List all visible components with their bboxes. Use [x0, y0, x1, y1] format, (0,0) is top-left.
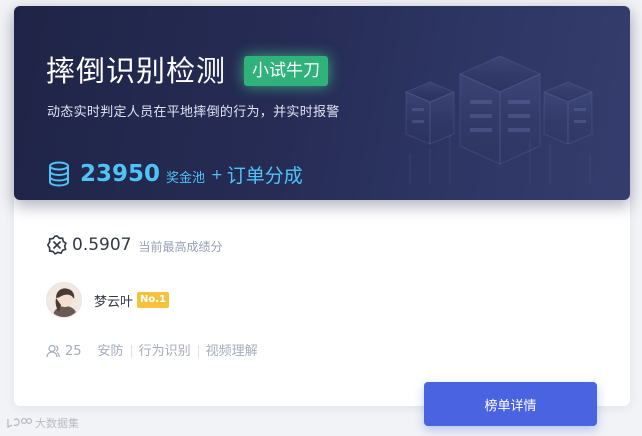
best-score-value: 0.5907 — [72, 235, 132, 255]
tag-item[interactable]: 视频理解 — [197, 344, 265, 358]
leaderboard-details-button[interactable]: 榜单详情 — [424, 382, 597, 426]
brand-logo-icon — [7, 417, 32, 429]
prize-pool: 23950 奖金池 + 订单分成 — [47, 158, 303, 190]
competition-description: 动态实时判定人员在平地摔倒的行为，并实时报警 — [47, 105, 340, 120]
people-icon — [46, 344, 60, 358]
score-badge-icon — [47, 235, 67, 255]
best-score: 0.5907 当前最高成绩分 — [47, 233, 223, 257]
user-avatar-icon — [47, 283, 81, 317]
watermark-text: 大数据集 — [35, 417, 79, 430]
avatar[interactable] — [46, 282, 82, 318]
competition-hero-banner[interactable]: 摔倒识别检测 小试牛刀 动态实时判定人员在平地摔倒的行为，并实时报警 23950… — [14, 6, 630, 200]
best-score-label: 当前最高成绩分 — [138, 239, 223, 254]
prize-amount: 23950 — [80, 161, 161, 187]
participant-count: 25 — [65, 343, 82, 359]
tag-item[interactable]: 安防 — [98, 345, 131, 358]
tag-item[interactable]: 行为识别 — [130, 344, 198, 358]
rank-badge: No.1 — [137, 292, 170, 308]
watermark: 大数据集 — [6, 414, 79, 432]
competition-meta: 25 安防 行为识别 视频理解 — [46, 342, 265, 360]
coin-stack-icon — [49, 161, 69, 187]
prize-plus: + — [211, 167, 223, 183]
server-rack-illustration — [404, 55, 594, 184]
difficulty-tag: 小试牛刀 — [244, 56, 328, 86]
leader-name[interactable]: 梦云叶 — [94, 291, 133, 310]
leader-user[interactable]: 梦云叶 No.1 — [46, 282, 170, 318]
prize-label: 奖金池 — [166, 170, 206, 186]
prize-extra: 订单分成 — [226, 164, 303, 187]
competition-title: 摔倒识别检测 — [46, 54, 227, 88]
